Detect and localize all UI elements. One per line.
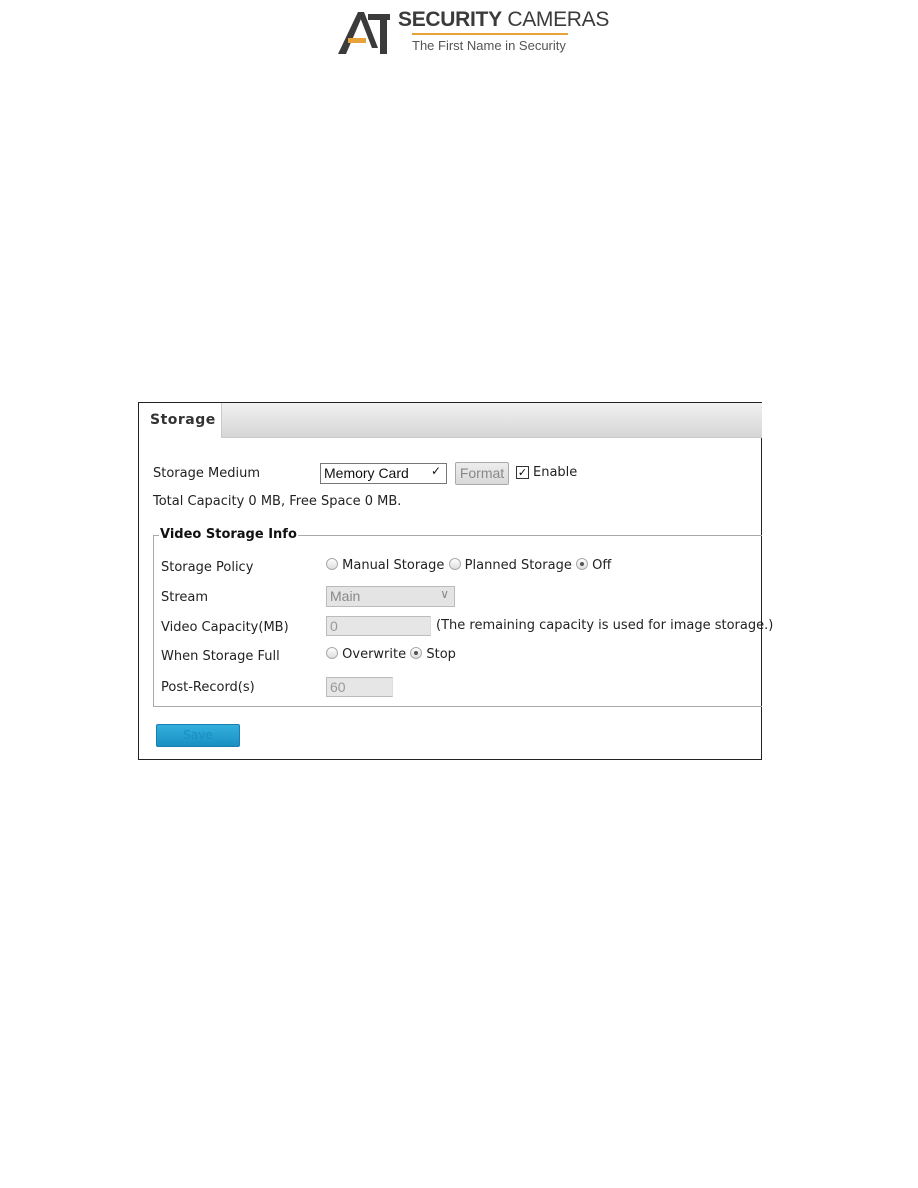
tab-storage[interactable]: Storage: [139, 403, 222, 438]
stream-label: Stream: [161, 590, 209, 605]
stream-select[interactable]: Main ∨: [326, 586, 455, 607]
radio-label: Overwrite: [342, 647, 407, 662]
storage-medium-label: Storage Medium: [153, 466, 260, 481]
tab-bar: [139, 403, 762, 438]
storage-medium-value: Memory Card: [324, 465, 409, 481]
logo-tagline: The First Name in Security: [412, 38, 566, 53]
logo-divider: [412, 33, 568, 35]
chevron-down-icon: ✓: [430, 464, 441, 478]
radio-label: Stop: [426, 647, 456, 662]
radio-label: Manual Storage: [342, 558, 445, 573]
capacity-text: Total Capacity 0 MB, Free Space 0 MB.: [153, 494, 402, 509]
logo-brand: SECURITY CAMERAS: [398, 8, 610, 31]
radio-label: Off: [592, 558, 612, 573]
radio-planned-storage[interactable]: [448, 558, 461, 570]
post-record-label: Post-Record(s): [161, 680, 255, 695]
video-storage-legend: Video Storage Info: [159, 527, 298, 542]
video-capacity-note: (The remaining capacity is used for imag…: [436, 618, 774, 633]
enable-checkbox[interactable]: ✓: [516, 466, 529, 479]
save-button[interactable]: Save: [156, 724, 240, 747]
radio-manual-storage[interactable]: [326, 558, 338, 570]
video-capacity-label: Video Capacity(MB): [161, 620, 289, 635]
a1-logo-mark-icon: [338, 12, 390, 54]
post-record-input[interactable]: 60: [326, 677, 393, 697]
radio-stop[interactable]: [410, 647, 423, 659]
enable-label: Enable: [533, 465, 578, 480]
when-full-label: When Storage Full: [161, 649, 280, 664]
chevron-down-icon: ∨: [440, 587, 449, 601]
radio-overwrite[interactable]: [326, 647, 338, 659]
storage-policy-radios: Manual Storage Planned Storage Off: [326, 558, 611, 573]
radio-off[interactable]: [575, 558, 588, 570]
when-full-radios: Overwrite Stop: [326, 647, 456, 662]
video-capacity-input[interactable]: 0: [326, 616, 431, 636]
stream-value: Main: [330, 588, 361, 604]
storage-policy-label: Storage Policy: [161, 560, 254, 575]
radio-label: Planned Storage: [464, 558, 572, 573]
format-button[interactable]: Format: [455, 462, 509, 485]
storage-medium-select[interactable]: Memory Card ✓: [320, 463, 447, 484]
